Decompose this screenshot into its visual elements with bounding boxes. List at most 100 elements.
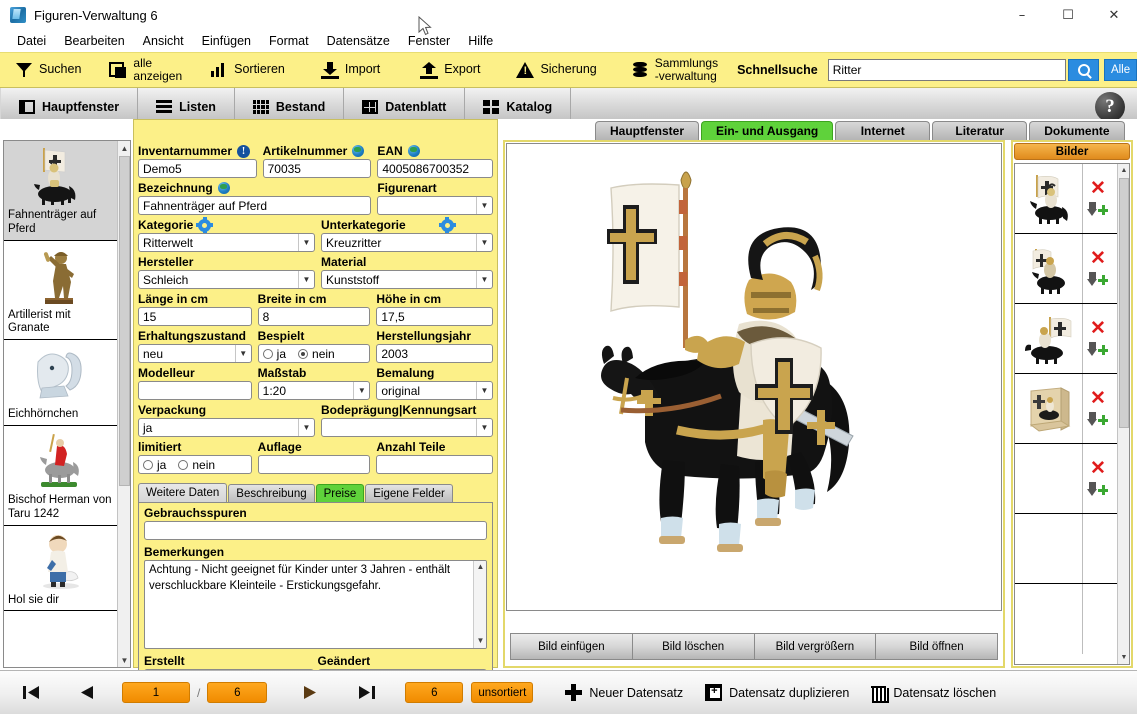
gear-icon[interactable]	[441, 219, 454, 232]
list-item[interactable]: Artillerist mit Granate	[4, 241, 118, 341]
artikelnummer-field[interactable]: 70035	[263, 159, 372, 178]
search-all-button[interactable]: Alle	[1104, 59, 1137, 81]
bodepraegung-select[interactable]: ▼	[321, 418, 493, 437]
modelleur-field[interactable]	[138, 381, 252, 400]
download-plus-icon[interactable]	[1087, 412, 1109, 428]
menu-item-hilfe[interactable]: Hilfe	[459, 32, 502, 50]
menu-item-bearbeiten[interactable]: Bearbeiten	[55, 32, 133, 50]
material-select[interactable]: Kunststoff ▼	[321, 270, 493, 289]
bild-oeffnen-button[interactable]: Bild öffnen	[876, 633, 998, 660]
table-row[interactable]: ✕	[1015, 234, 1129, 304]
knight-packaging-box-thumb[interactable]	[1015, 374, 1082, 443]
list-item[interactable]: Fahnenträger auf Pferd	[4, 141, 118, 241]
empty-thumb[interactable]	[1015, 444, 1082, 513]
bild-einfuegen-button[interactable]: Bild einfügen	[510, 633, 633, 660]
kategorie-select[interactable]: Ritterwelt ▼	[138, 233, 315, 252]
last-record-button[interactable]	[353, 682, 379, 704]
scroll-down-icon[interactable]: ▼	[118, 653, 131, 667]
list-item[interactable]: Eichhörnchen	[4, 340, 118, 426]
bild-loeschen-button[interactable]: Bild löschen	[633, 633, 755, 660]
menu-item-format[interactable]: Format	[260, 32, 318, 50]
ean-field[interactable]: 4005086700352	[377, 159, 493, 178]
scroll-up-icon[interactable]: ▲	[118, 141, 131, 155]
breite-field[interactable]: 8	[258, 307, 371, 326]
toolbar-suchen[interactable]: Suchen	[8, 52, 88, 88]
laenge-field[interactable]: 15	[138, 307, 252, 326]
bilder-thumbnail-list[interactable]: ✕	[1014, 163, 1130, 665]
record-list[interactable]: Fahnenträger auf Pferd	[3, 140, 131, 668]
help-button[interactable]: ?	[1095, 92, 1125, 122]
bespielt-radio-nein[interactable]	[298, 349, 308, 359]
total-records-display[interactable]: 6	[207, 682, 267, 703]
table-row[interactable]: ✕	[1015, 374, 1129, 444]
delete-record-button[interactable]: Datensatz löschen	[871, 684, 996, 701]
knight-front-view-thumb[interactable]	[1015, 164, 1082, 233]
toolbar-import[interactable]: Import	[314, 52, 387, 88]
search-button[interactable]	[1068, 59, 1099, 81]
toolbar-sicherung[interactable]: Sicherung	[509, 52, 603, 88]
main-image-view[interactable]	[506, 143, 1002, 611]
close-button[interactable]: ✕	[1091, 0, 1137, 30]
toolbar-sammlungsverwaltung[interactable]: Sammlungs -verwaltung	[624, 52, 725, 88]
gebrauchsspuren-field[interactable]	[144, 521, 487, 540]
red-x-icon[interactable]: ✕	[1090, 389, 1106, 408]
figurenart-select[interactable]: ▼	[377, 196, 493, 215]
globe-icon[interactable]	[408, 145, 420, 157]
tab-beschreibung[interactable]: Beschreibung	[228, 484, 314, 502]
next-record-button[interactable]	[297, 682, 323, 704]
bemalung-select[interactable]: original ▼	[376, 381, 493, 400]
hersteller-select[interactable]: Schleich ▼	[138, 270, 315, 289]
bilder-scrollbar[interactable]: ▲ ▼	[1117, 164, 1129, 664]
tab-hauptfenster[interactable]: Hauptfenster	[595, 121, 699, 140]
menu-item-einfuegen[interactable]: Einfügen	[193, 32, 260, 50]
table-row[interactable]: ✕	[1015, 164, 1129, 234]
scroll-down-icon[interactable]: ▼	[474, 635, 487, 648]
herstellungsjahr-field[interactable]: 2003	[376, 344, 493, 363]
toolbar-sortieren[interactable]: Sortieren	[203, 52, 292, 88]
empty-thumb[interactable]	[1015, 584, 1082, 654]
download-plus-icon[interactable]	[1087, 482, 1109, 498]
table-row[interactable]: ✕	[1015, 444, 1129, 514]
table-row[interactable]	[1015, 584, 1129, 654]
unterkategorie-select[interactable]: Kreuzritter ▼	[321, 233, 493, 252]
tab-dokumente[interactable]: Dokumente	[1029, 121, 1124, 140]
hoehe-field[interactable]: 17,5	[376, 307, 493, 326]
menu-item-ansicht[interactable]: Ansicht	[134, 32, 193, 50]
bezeichnung-field[interactable]: Fahnenträger auf Pferd	[138, 196, 371, 215]
tab-preise[interactable]: Preise	[316, 484, 365, 502]
new-record-button[interactable]: Neuer Datensatz	[565, 684, 683, 701]
red-x-icon[interactable]: ✕	[1090, 459, 1106, 478]
table-row[interactable]	[1015, 514, 1129, 584]
bespielt-radio-group[interactable]: ja nein	[258, 344, 371, 363]
limitiert-radio-nein[interactable]	[178, 460, 188, 470]
list-item[interactable]: Bischof Herman von Taru 1242	[4, 426, 118, 526]
prev-record-button[interactable]	[74, 682, 100, 704]
limitiert-radio-group[interactable]: ja nein	[138, 455, 252, 474]
globe-icon[interactable]	[352, 145, 364, 157]
info-icon[interactable]: !	[237, 145, 250, 158]
list-item[interactable]: Hol sie dir	[4, 526, 118, 612]
scroll-up-icon[interactable]: ▲	[474, 561, 487, 574]
menu-item-datei[interactable]: Datei	[8, 32, 55, 50]
menu-item-fenster[interactable]: Fenster	[399, 32, 459, 50]
tab-eigene-felder[interactable]: Eigene Felder	[365, 484, 453, 502]
globe-icon[interactable]	[218, 182, 230, 194]
verpackung-select[interactable]: ja ▼	[138, 418, 315, 437]
scroll-down-icon[interactable]: ▼	[1118, 651, 1130, 664]
bemerkungen-textarea[interactable]: Achtung - Nicht geeignet für Kinder unte…	[144, 560, 487, 649]
download-plus-icon[interactable]	[1087, 342, 1109, 358]
menu-item-datensaetze[interactable]: Datensätze	[318, 32, 399, 50]
inventarnummer-field[interactable]: Demo5	[138, 159, 257, 178]
scroll-up-icon[interactable]: ▲	[1118, 164, 1130, 177]
record-list-scrollbar[interactable]: ▲ ▼	[117, 141, 130, 667]
duplicate-record-button[interactable]: Datensatz duplizieren	[705, 684, 849, 701]
table-row[interactable]: ✕	[1015, 304, 1129, 374]
bespielt-radio-ja[interactable]	[263, 349, 273, 359]
current-record-input[interactable]: 1	[122, 682, 190, 703]
search-input[interactable]	[828, 59, 1067, 81]
erhaltungszustand-select[interactable]: neu ▼	[138, 344, 252, 363]
knight-side-view-thumb[interactable]	[1015, 234, 1082, 303]
scrollbar-thumb[interactable]	[1119, 178, 1129, 428]
tab-ein-und-ausgang[interactable]: Ein- und Ausgang	[701, 121, 833, 140]
auflage-field[interactable]	[258, 455, 371, 474]
